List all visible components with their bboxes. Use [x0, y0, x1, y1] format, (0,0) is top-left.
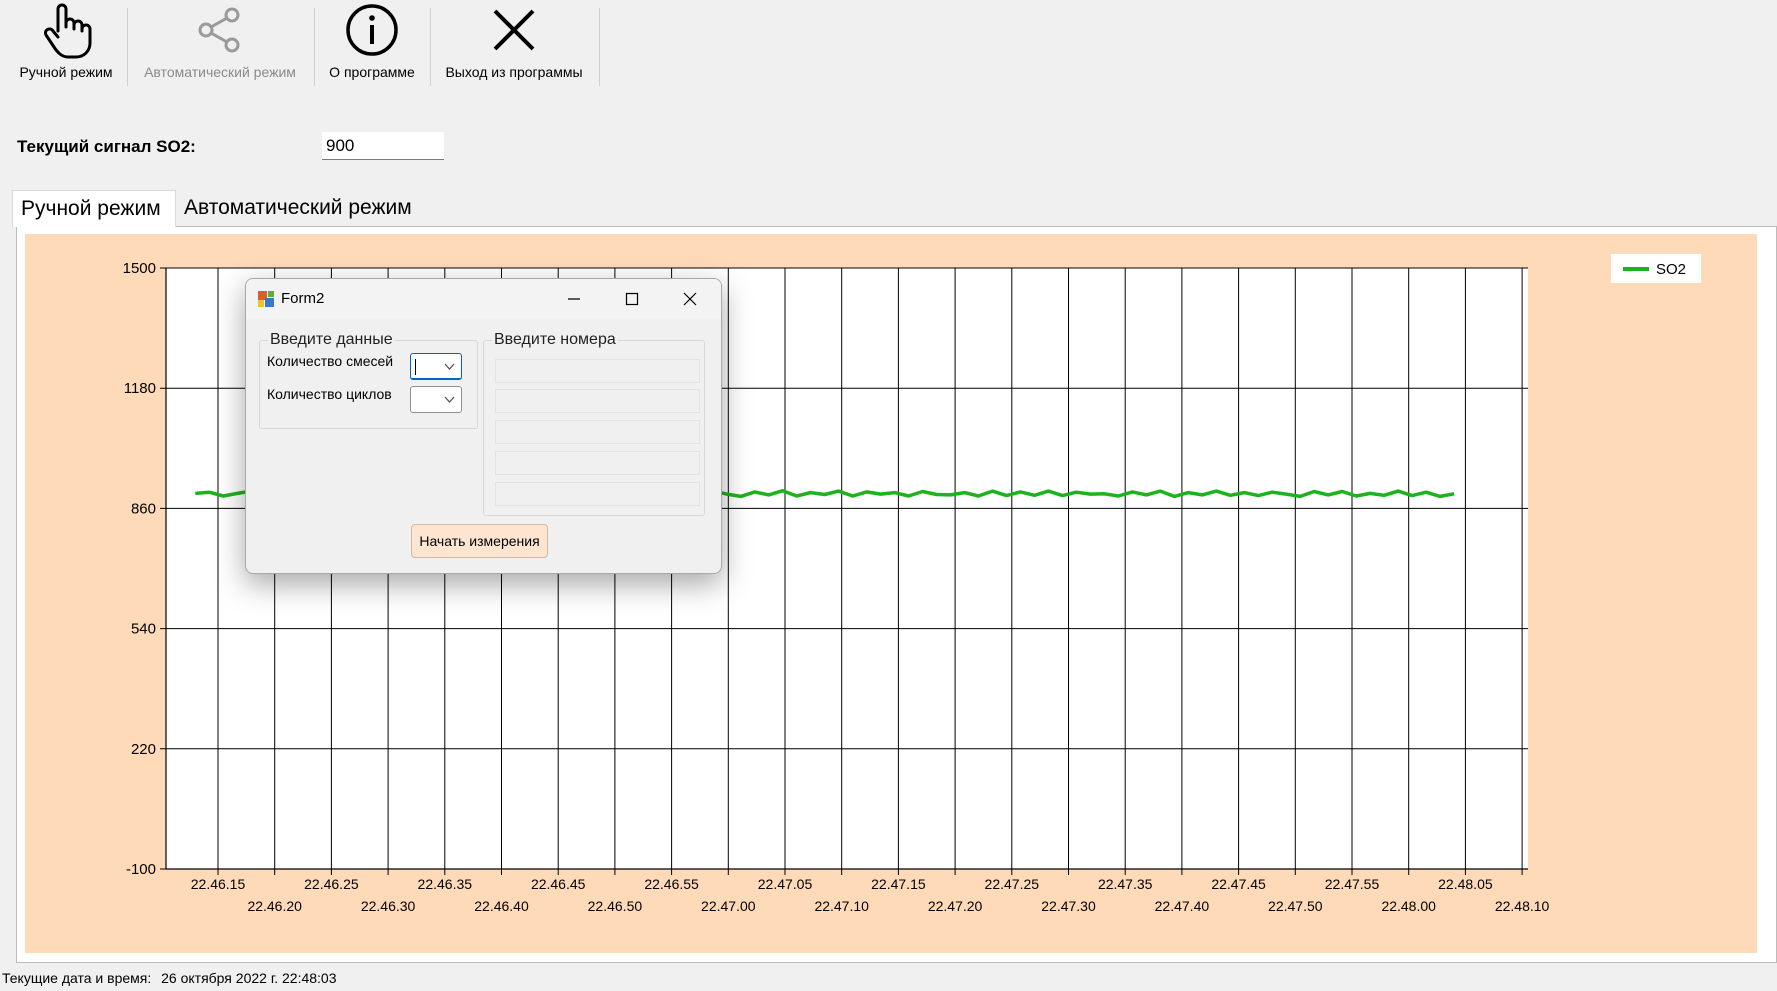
- number-field-2[interactable]: [495, 389, 700, 413]
- x-tick-label: 22.48.05: [1438, 876, 1493, 892]
- number-field-1[interactable]: [495, 359, 700, 383]
- x-tick-label: 22.47.35: [1098, 876, 1153, 892]
- exit-button[interactable]: Выход из программы: [436, 0, 592, 86]
- y-tick-label: 1180: [124, 380, 156, 397]
- x-tick-label: 22.47.45: [1211, 876, 1266, 892]
- app-icon: [258, 291, 274, 307]
- text-caret: [415, 359, 416, 375]
- hand-pointer-icon: [40, 0, 92, 60]
- tab-auto-mode[interactable]: Автоматический режим: [176, 190, 446, 226]
- legend-label: SO2: [1656, 261, 1686, 278]
- toolbar: Ручной режим Автоматический режим О прог…: [0, 0, 600, 88]
- auto-mode-label: Автоматический режим: [144, 64, 296, 80]
- input-numbers-group: Введите номера: [483, 331, 705, 516]
- toolbar-separator: [430, 8, 431, 86]
- y-tick-label: 860: [131, 500, 156, 517]
- y-tick-label: 1500: [123, 260, 156, 277]
- exit-label: Выход из программы: [445, 64, 583, 80]
- about-label: О программе: [329, 64, 415, 80]
- x-tick-label: 22.46.20: [247, 898, 302, 914]
- x-tick-label: 22.47.20: [928, 898, 983, 914]
- datetime-label: Текущие дата и время:: [2, 970, 152, 986]
- minimize-button[interactable]: [560, 287, 588, 311]
- x-tick-label: 22.47.15: [871, 876, 926, 892]
- about-button[interactable]: О программе: [320, 0, 424, 86]
- dialog-title: Form2: [281, 290, 325, 307]
- y-tick-label: 220: [131, 741, 156, 758]
- cycles-count-label: Количество циклов: [267, 386, 392, 402]
- share-nodes-icon: [195, 0, 245, 60]
- so2-signal-label: Текущий сигнал SO2:: [17, 137, 196, 156]
- x-tick-label: 22.46.15: [191, 876, 246, 892]
- minimize-icon: [568, 298, 580, 300]
- y-tick-label: 540: [131, 621, 156, 638]
- auto-mode-button[interactable]: Автоматический режим: [133, 0, 307, 86]
- x-tick-label: 22.47.25: [985, 876, 1040, 892]
- manual-mode-label: Ручной режим: [19, 64, 113, 80]
- dialog-titlebar[interactable]: Form2: [246, 279, 721, 319]
- status-bar: Текущие дата и время: 26 октября 2022 г.…: [2, 970, 337, 986]
- x-tick-label: 22.46.25: [304, 876, 359, 892]
- x-tick-label: 22.46.50: [588, 898, 643, 914]
- close-x-icon: [491, 0, 537, 60]
- close-button[interactable]: [676, 287, 704, 311]
- maximize-icon: [625, 292, 639, 306]
- x-tick-label: 22.47.50: [1268, 898, 1323, 914]
- x-tick-label: 22.47.05: [758, 876, 813, 892]
- x-tick-label: 22.46.45: [531, 876, 586, 892]
- x-tick-label: 22.48.00: [1381, 898, 1436, 914]
- x-tick-label: 22.46.40: [474, 898, 529, 914]
- input-data-group: Введите данные Количество смесей Количес…: [259, 331, 478, 429]
- mixtures-count-label: Количество смесей: [267, 353, 394, 369]
- tab-manual-mode[interactable]: Ручной режим: [12, 190, 176, 227]
- chevron-down-icon: [444, 363, 455, 370]
- toolbar-separator: [314, 8, 315, 86]
- chevron-down-icon: [444, 396, 455, 403]
- input-numbers-legend: Введите номера: [492, 331, 618, 349]
- number-field-5[interactable]: [495, 482, 700, 506]
- x-tick-label: 22.47.40: [1155, 898, 1210, 914]
- x-tick-label: 22.47.00: [701, 898, 756, 914]
- x-tick-label: 22.47.30: [1041, 898, 1096, 914]
- form2-dialog: Form2 Введите данные Количество смесей К…: [245, 278, 722, 574]
- maximize-button[interactable]: [618, 287, 646, 311]
- manual-mode-button[interactable]: Ручной режим: [8, 0, 124, 86]
- x-tick-label: 22.48.10: [1495, 898, 1550, 914]
- close-icon: [683, 292, 697, 306]
- x-tick-label: 22.46.35: [418, 876, 473, 892]
- toolbar-separator: [599, 8, 600, 86]
- toolbar-separator: [127, 8, 128, 86]
- number-field-4[interactable]: [495, 451, 700, 475]
- datetime-value: 26 октября 2022 г. 22:48:03: [161, 970, 337, 986]
- x-tick-label: 22.46.55: [644, 876, 699, 892]
- y-tick-label: -100: [126, 861, 156, 878]
- start-measurement-button[interactable]: Начать измерения: [411, 524, 548, 558]
- x-tick-label: 22.47.55: [1325, 876, 1380, 892]
- so2-signal-field[interactable]: 900: [322, 132, 444, 160]
- x-tick-label: 22.46.30: [361, 898, 416, 914]
- mixtures-count-select[interactable]: [410, 353, 462, 380]
- input-data-legend: Введите данные: [268, 331, 395, 349]
- x-tick-label: 22.47.10: [814, 898, 869, 914]
- number-field-3[interactable]: [495, 420, 700, 444]
- info-icon: [345, 0, 399, 60]
- cycles-count-select[interactable]: [410, 386, 462, 413]
